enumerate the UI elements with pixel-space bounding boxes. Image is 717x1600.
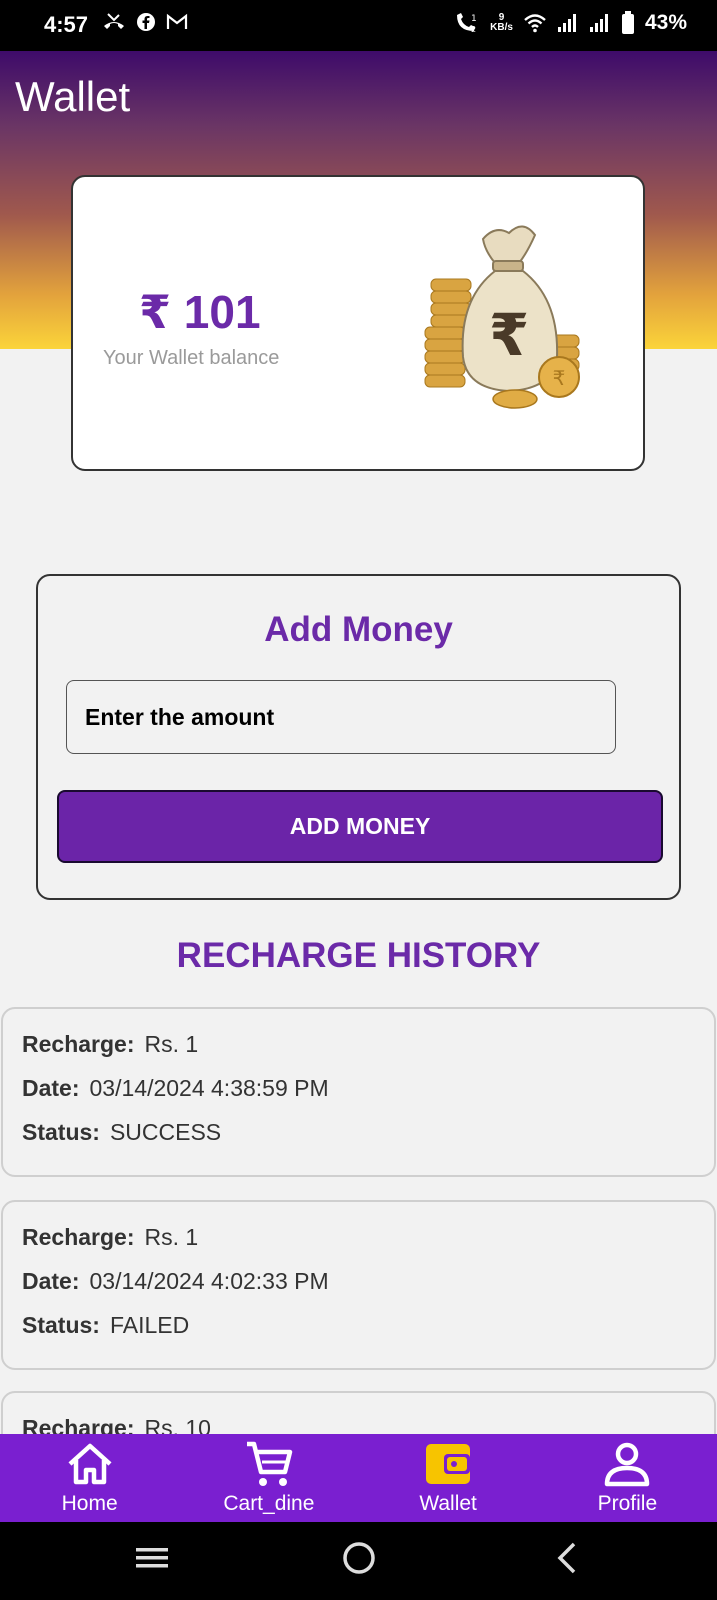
facebook-icon xyxy=(137,13,155,31)
status-bar: 4:57 1 2 9 KB/s 43% xyxy=(0,0,717,51)
add-money-card: Add Money ADD MONEY xyxy=(36,574,681,900)
history-date-value: 03/14/2024 4:38:59 PM xyxy=(89,1075,329,1101)
missed-call-icon xyxy=(104,13,124,29)
history-recharge-value: Rs. 1 xyxy=(144,1224,199,1250)
history-status-value: SUCCESS xyxy=(109,1119,222,1145)
history-date-row: Date: 03/14/2024 4:02:33 PM xyxy=(22,1268,329,1294)
nav-label-wallet: Wallet xyxy=(419,1492,477,1515)
add-money-title: Add Money xyxy=(264,610,453,649)
wallet-balance-amount: ₹ 101 xyxy=(139,286,261,338)
history-status-value: FAILED xyxy=(109,1312,190,1338)
balance-card: ₹ 101 Your Wallet balance ₹ ₹ xyxy=(71,175,645,471)
recharge-history-title: RECHARGE HISTORY xyxy=(176,936,541,975)
history-recharge-value: Rs. 10 xyxy=(144,1415,211,1435)
bottom-nav: Home Cart_dine Wallet Profile xyxy=(0,1434,717,1522)
status-time: 4:57 xyxy=(44,12,89,37)
svg-text:₹: ₹ xyxy=(489,301,529,369)
nav-item-wallet[interactable]: Wallet xyxy=(359,1434,538,1522)
nav-label-profile: Profile xyxy=(597,1492,658,1515)
history-recharge-value: Rs. 1 xyxy=(144,1031,199,1057)
recents-menu-icon[interactable] xyxy=(134,1540,170,1576)
system-nav-bar xyxy=(0,1522,717,1600)
svg-text:1: 1 xyxy=(471,14,477,24)
home-circle-icon[interactable] xyxy=(341,1540,377,1576)
amount-input[interactable] xyxy=(66,680,616,754)
history-status-row: Status: FAILED xyxy=(22,1312,190,1338)
recharge-history-list[interactable]: Recharge: Rs. 1 Date: 03/14/2024 4:38:59 P… xyxy=(0,1007,717,1435)
history-date-row: Date: 03/14/2024 4:38:59 PM xyxy=(22,1075,329,1101)
history-recharge-row: Recharge: Rs. 1 xyxy=(22,1031,199,1057)
battery-icon xyxy=(621,11,634,34)
home-icon xyxy=(68,1443,112,1485)
nav-label-home: Home xyxy=(61,1492,118,1515)
volte-call-icon: 1 2 xyxy=(457,13,477,34)
net-speed: 9 KB/s xyxy=(490,12,513,33)
history-recharge-row: Recharge: Rs. 10 xyxy=(22,1413,714,1435)
profile-icon xyxy=(605,1442,650,1487)
history-card: Recharge: Rs. 1 Date: 03/14/2024 4:38:59 P… xyxy=(1,1007,716,1177)
wallet-icon xyxy=(426,1444,471,1484)
wallet-balance-label: Your Wallet balance xyxy=(103,347,280,369)
svg-text:2: 2 xyxy=(471,25,476,34)
signal-icon xyxy=(557,14,576,32)
wifi-icon xyxy=(524,14,546,33)
history-card: Recharge: Rs. 1 Date: 03/14/2024 4:02:33 P… xyxy=(1,1200,716,1370)
add-money-button[interactable]: ADD MONEY xyxy=(57,790,663,863)
history-recharge-row: Recharge: Rs. 1 xyxy=(22,1224,199,1250)
page-title: Wallet xyxy=(15,73,131,120)
gmail-icon xyxy=(166,13,188,29)
back-icon[interactable] xyxy=(550,1540,586,1576)
nav-item-home[interactable]: Home xyxy=(0,1434,179,1522)
history-status-row: Status: SUCCESS xyxy=(22,1119,222,1145)
nav-item-cart[interactable]: Cart_dine xyxy=(179,1434,358,1522)
svg-text:₹: ₹ xyxy=(553,366,566,390)
nav-item-profile[interactable]: Profile xyxy=(538,1434,717,1522)
signal-icon xyxy=(589,14,608,32)
history-card: Recharge: Rs. 10 xyxy=(1,1391,716,1435)
battery-percent: 43% xyxy=(644,11,687,34)
money-bag-icon: ₹ ₹ xyxy=(424,225,580,409)
cart-icon xyxy=(246,1441,293,1486)
nav-label-cart: Cart_dine xyxy=(223,1492,315,1515)
history-date-value: 03/14/2024 4:02:33 PM xyxy=(89,1268,329,1294)
